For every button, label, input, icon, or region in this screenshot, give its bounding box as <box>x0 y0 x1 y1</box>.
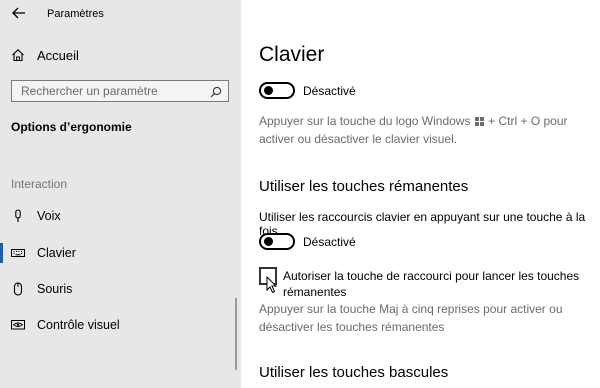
page-title: Clavier <box>259 43 325 66</box>
sidebar-item-mouse[interactable]: Souris <box>0 276 241 302</box>
arrow-left-icon <box>12 7 25 19</box>
toggle-knob <box>264 237 273 246</box>
sidebar-item-home[interactable]: Accueil <box>0 42 241 70</box>
sidebar: Paramètres Accueil Options d’ergonomie I… <box>0 0 241 388</box>
mouse-icon <box>11 282 25 296</box>
sticky-keys-description: Appuyer sur la touche Maj à cinq reprise… <box>259 302 563 334</box>
sidebar-item-keyboard[interactable]: Clavier <box>0 240 241 266</box>
microphone-icon <box>11 209 25 223</box>
sidebar-section-title: Options d’ergonomie <box>11 120 132 134</box>
sidebar-item-voice[interactable]: Voix <box>0 203 241 229</box>
onscreen-keyboard-toggle[interactable] <box>259 82 295 99</box>
sidebar-item-label: Voix <box>37 209 61 223</box>
onscreen-keyboard-description: Appuyer sur la touche du logo Windows + … <box>259 112 594 148</box>
eye-control-icon <box>11 318 25 332</box>
title-bar: Paramètres <box>0 0 241 30</box>
search-icon[interactable] <box>210 85 222 98</box>
sidebar-item-label: Contrôle visuel <box>37 318 120 332</box>
back-button[interactable] <box>10 6 28 24</box>
onscreen-keyboard-toggle-state: Désactivé <box>303 84 356 98</box>
home-icon <box>11 48 25 62</box>
keyboard-icon <box>11 246 25 260</box>
sticky-keys-toggle[interactable] <box>259 233 295 250</box>
sidebar-scrollbar[interactable] <box>235 298 237 370</box>
mouse-cursor-icon <box>266 275 278 294</box>
sidebar-item-label: Souris <box>37 282 73 296</box>
sidebar-group-label: Interaction <box>11 177 68 191</box>
main-content: Clavier Désactivé Appuyer sur la touche … <box>241 0 600 388</box>
sidebar-item-label: Accueil <box>37 48 79 63</box>
sticky-keys-option-label: Utiliser les raccourcis clavier en appuy… <box>259 210 586 238</box>
toggle-keys-heading: Utiliser les touches bascules <box>259 364 449 381</box>
sticky-keys-heading: Utiliser les touches rémanentes <box>259 178 469 195</box>
description-text: Appuyer sur la touche du logo Windows <box>259 114 471 128</box>
search-input[interactable] <box>12 81 211 101</box>
active-indicator <box>0 243 3 263</box>
sidebar-item-label: Clavier <box>37 246 76 260</box>
sidebar-item-eye-control[interactable]: Contrôle visuel <box>0 312 241 338</box>
sticky-keys-shortcut-checkbox-label[interactable]: Autoriser la touche de raccourci pour la… <box>283 268 583 300</box>
search-box[interactable] <box>11 80 229 102</box>
sticky-keys-toggle-state: Désactivé <box>303 235 356 249</box>
toggle-knob <box>264 86 273 95</box>
app-title: Paramètres <box>47 8 104 20</box>
windows-logo-icon <box>474 117 484 126</box>
